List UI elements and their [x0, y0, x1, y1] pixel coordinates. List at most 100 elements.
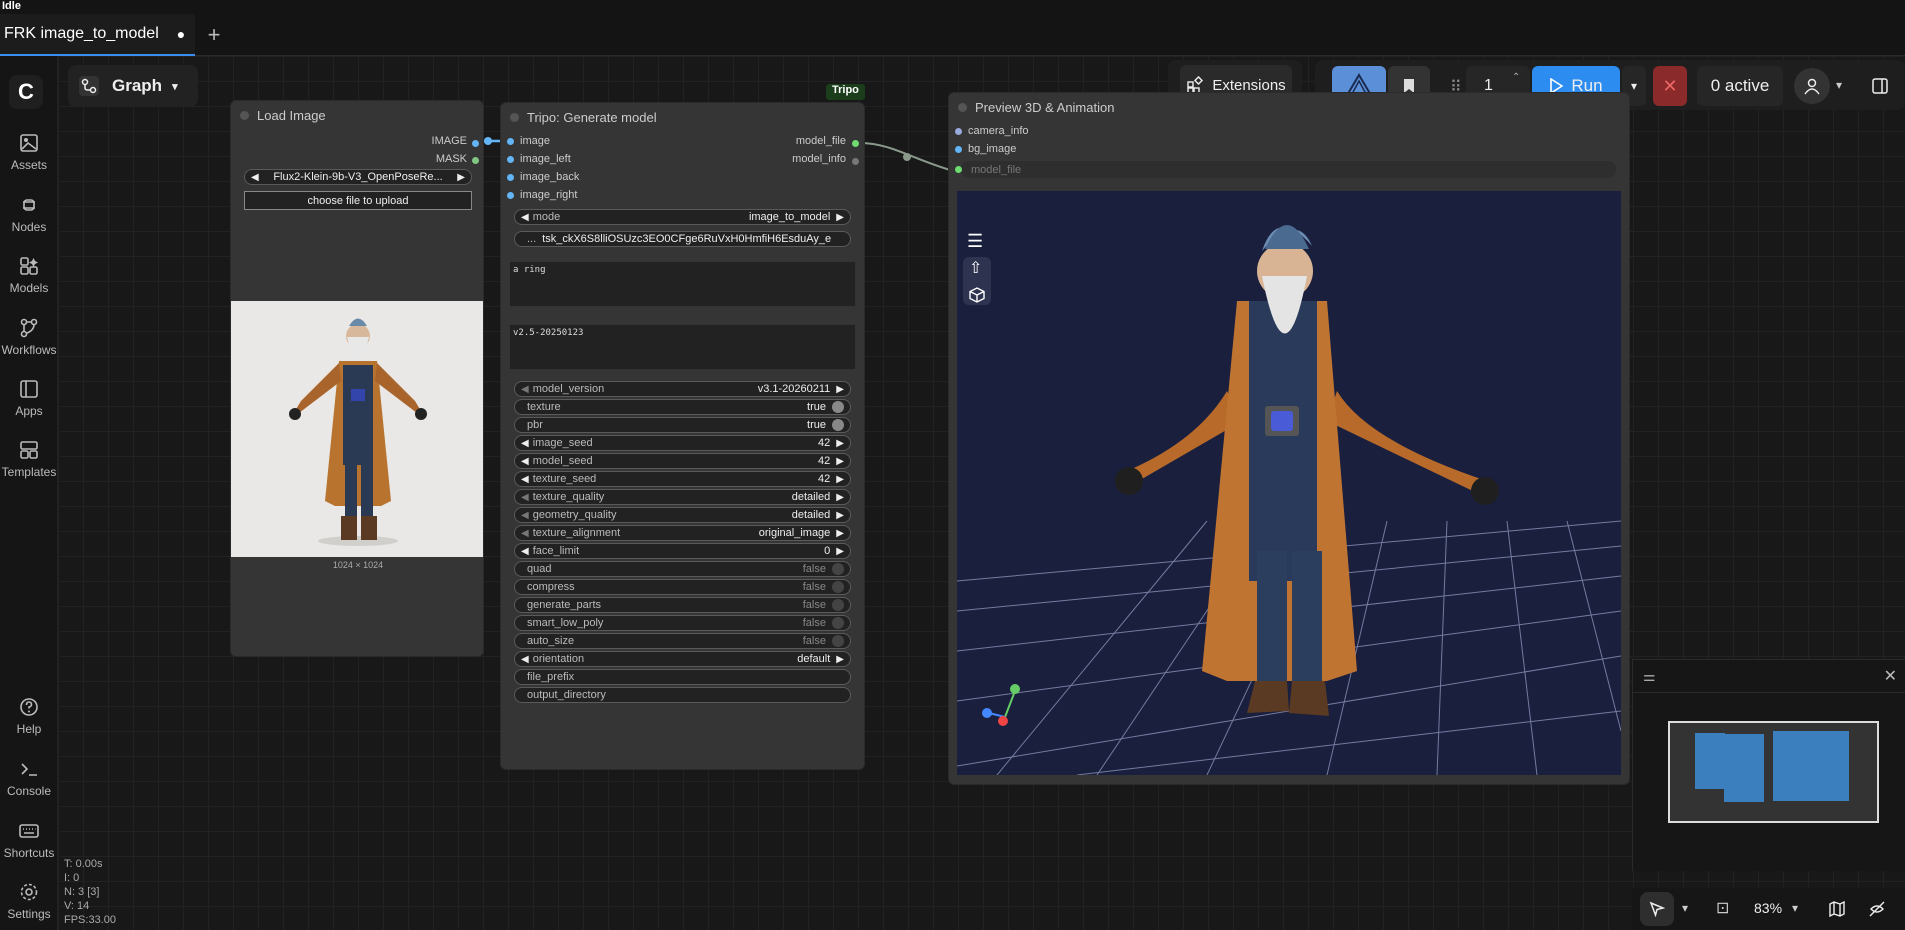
sidebar-item-assets[interactable]: Assets	[0, 132, 58, 172]
image-output-dot[interactable]	[472, 140, 479, 147]
arrow-left-icon[interactable]: ◀	[521, 384, 529, 395]
arrow-left-icon[interactable]: ◀	[521, 438, 529, 449]
slot-dot[interactable]	[507, 173, 514, 181]
widget-output-directory[interactable]: output_directory	[514, 687, 851, 703]
workflow-tab[interactable]: FRK image_to_model ●	[0, 14, 195, 56]
zoom-chevron-icon[interactable]: ▾	[1792, 901, 1798, 915]
arrow-left-icon[interactable]: ◀	[521, 212, 529, 223]
upload-arrow-icon[interactable]: ⇧	[969, 258, 982, 278]
group-label[interactable]: Tripo	[826, 84, 865, 100]
viewer-menu-icon[interactable]: ☰	[967, 231, 983, 252]
input-slot-image-back[interactable]: image_back	[507, 171, 579, 183]
model-file-output-dot[interactable]	[852, 140, 859, 147]
arrow-right-icon[interactable]: ▶	[836, 528, 844, 539]
sidebar-item-settings[interactable]: Settings	[0, 881, 58, 921]
arrow-left-icon[interactable]: ◀	[521, 510, 529, 521]
mode-combo[interactable]: ◀ mode image_to_model ▶	[514, 209, 851, 225]
load-image-node[interactable]: Load Image IMAGE MASK ◀ Flux2-Klein-9b-V…	[230, 100, 484, 657]
toggle-knob-icon[interactable]	[832, 581, 844, 593]
arrow-left-icon[interactable]: ◀	[521, 492, 529, 503]
toggle-knob-icon[interactable]	[832, 617, 844, 629]
arrow-left-icon[interactable]: ◀	[521, 474, 529, 485]
arrow-left-icon[interactable]: ◀	[521, 456, 529, 467]
arrow-right-icon[interactable]: ▶	[836, 384, 844, 395]
widget-generate-parts[interactable]: generate_parts false	[514, 597, 851, 613]
tool-chevron-icon[interactable]: ▾	[1682, 901, 1688, 915]
sidebar-item-models[interactable]: Models	[0, 255, 58, 295]
input-slot-model-file[interactable]: model_file	[955, 161, 1021, 178]
select-tool-button[interactable]	[1640, 892, 1674, 926]
input-slot-image[interactable]: image	[507, 135, 550, 147]
node-title[interactable]: Load Image	[231, 101, 483, 129]
toggle-panel-button[interactable]	[1862, 66, 1898, 106]
link-visibility-icon[interactable]	[1868, 900, 1886, 918]
widget-auto-size[interactable]: auto_size false	[514, 633, 851, 649]
graph-mode-button[interactable]: Graph ▾	[68, 65, 198, 107]
widget-texture-quality[interactable]: ◀ texture_quality detailed ▶	[514, 489, 851, 505]
model-file-widget[interactable]	[961, 161, 1616, 178]
slot-dot[interactable]	[955, 127, 962, 135]
sidebar-item-workflows[interactable]: Workflows	[0, 317, 58, 357]
output-slot-model-file[interactable]: model_file	[796, 135, 846, 147]
widget-image-seed[interactable]: ◀ image_seed 42 ▶	[514, 435, 851, 451]
arrow-right-icon[interactable]: ▶	[836, 474, 844, 485]
arrow-right-icon[interactable]: ▶	[836, 456, 844, 467]
close-icon[interactable]: ✕	[1884, 666, 1897, 686]
arrow-left-icon[interactable]: ◀	[521, 654, 529, 665]
output-slot-model-info[interactable]: model_info	[792, 153, 846, 165]
tripo-generate-node[interactable]: Tripo: Generate model image image_left i…	[500, 102, 865, 770]
sidebar-item-console[interactable]: Console	[0, 758, 58, 798]
widget-texture[interactable]: texture true	[514, 399, 851, 415]
toggle-knob-icon[interactable]	[832, 401, 844, 413]
widget-face-limit[interactable]: ◀ face_limit 0 ▶	[514, 543, 851, 559]
widget-pbr[interactable]: pbr true	[514, 417, 851, 433]
settings-sliders-icon[interactable]: ⚌	[1643, 668, 1656, 685]
model-info-output-dot[interactable]	[852, 158, 859, 165]
arrow-right-icon[interactable]: ▶	[836, 492, 844, 503]
slot-dot[interactable]	[955, 145, 962, 153]
new-tab-button[interactable]: +	[203, 20, 225, 50]
output-slot-image[interactable]: IMAGE	[432, 135, 467, 147]
user-menu-chevron-icon[interactable]: ▾	[1836, 78, 1842, 92]
widget-file-prefix[interactable]: file_prefix	[514, 669, 851, 685]
widget-texture-alignment[interactable]: ◀ texture_alignment original_image ▶	[514, 525, 851, 541]
sidebar-item-help[interactable]: Help	[0, 696, 58, 736]
arrow-left-icon[interactable]: ◀	[251, 172, 259, 183]
arrow-left-icon[interactable]: ◀	[521, 546, 529, 557]
active-jobs-button[interactable]: 0 active	[1697, 66, 1783, 106]
widget-smart-low-poly[interactable]: smart_low_poly false	[514, 615, 851, 631]
map-icon[interactable]	[1828, 900, 1846, 918]
sidebar-item-apps[interactable]: Apps	[0, 378, 58, 418]
slot-dot[interactable]	[507, 155, 514, 163]
widget-model-seed[interactable]: ◀ model_seed 42 ▶	[514, 453, 851, 469]
api-key-field[interactable]: ... tsk_ckX6S8lliOSUzc3EO0CFge6RuVxH0Hmf…	[514, 231, 851, 247]
zoom-level[interactable]: 83%	[1754, 900, 1782, 916]
arrow-right-icon[interactable]: ▶	[836, 438, 844, 449]
widget-compress[interactable]: compress false	[514, 579, 851, 595]
slot-dot[interactable]	[955, 166, 962, 173]
app-logo[interactable]: C	[9, 75, 43, 109]
prompt-textarea[interactable]: a ring	[509, 261, 856, 307]
fit-view-icon[interactable]: ⊡	[1716, 898, 1729, 918]
arrow-right-icon[interactable]: ▶	[457, 172, 465, 183]
cancel-run-button[interactable]: ✕	[1653, 66, 1687, 106]
toggle-knob-icon[interactable]	[832, 635, 844, 647]
mask-output-dot[interactable]	[472, 157, 479, 164]
slot-dot[interactable]	[507, 137, 514, 145]
image-file-combo[interactable]: ◀ Flux2-Klein-9b-V3_OpenPoseRe... ▶	[244, 169, 472, 185]
sidebar-item-nodes[interactable]: Nodes	[0, 194, 58, 234]
prompt2-textarea[interactable]: v2.5-20250123	[509, 324, 856, 370]
widget-geometry-quality[interactable]: ◀ geometry_quality detailed ▶	[514, 507, 851, 523]
arrow-right-icon[interactable]: ▶	[836, 546, 844, 557]
sidebar-item-templates[interactable]: Templates	[0, 439, 58, 479]
widget-quad[interactable]: quad false	[514, 561, 851, 577]
cube-icon[interactable]	[968, 286, 986, 304]
input-slot-image-right[interactable]: image_right	[507, 189, 577, 201]
arrow-left-icon[interactable]: ◀	[521, 528, 529, 539]
node-title[interactable]: Preview 3D & Animation	[949, 93, 1629, 121]
toggle-knob-icon[interactable]	[832, 599, 844, 611]
arrow-right-icon[interactable]: ▶	[836, 510, 844, 521]
user-avatar[interactable]	[1794, 68, 1830, 104]
node-title[interactable]: Tripo: Generate model	[501, 103, 864, 131]
input-slot-camera-info[interactable]: camera_info	[955, 125, 1029, 137]
